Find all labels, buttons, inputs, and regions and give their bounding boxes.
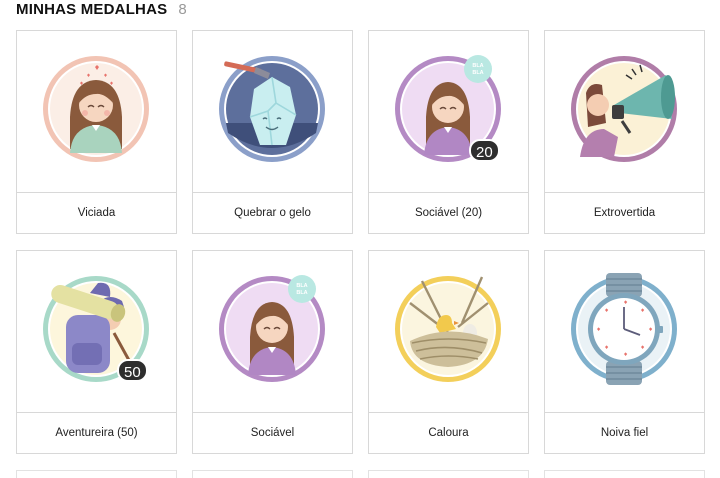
medal-card-partial[interactable] [192, 470, 353, 478]
count-badge: 50 [117, 359, 148, 382]
wristwatch-icon [571, 273, 677, 385]
count-badge: 20 [469, 139, 500, 162]
svg-text:BLA: BLA [296, 283, 307, 289]
megaphone-icon [571, 56, 677, 162]
medal-card-caloura[interactable]: Caloura [368, 250, 529, 454]
medal-card-noiva-fiel[interactable]: Noiva fiel [544, 250, 705, 454]
medal-card-sociavel[interactable]: BLA BLA Sociável [192, 250, 353, 454]
medal-art [17, 31, 176, 193]
girl-chat-icon: BLA BLA [219, 275, 325, 382]
medal-label: Aventureira (50) [17, 412, 176, 453]
medal-count: 8 [178, 1, 187, 18]
medal-label: Sociável [193, 412, 352, 453]
medal-art [17, 251, 176, 413]
medal-card-partial[interactable] [368, 470, 529, 478]
medal-card-sociavel-20[interactable]: BLA BLA 20 Sociável (20) [368, 30, 529, 234]
medal-art [545, 251, 704, 413]
medal-card-partial[interactable] [544, 470, 705, 478]
girl-hearts-icon [43, 56, 149, 162]
medal-label: Viciada [17, 192, 176, 233]
medal-art [193, 31, 352, 193]
medal-card-aventureira-50[interactable]: 50 Aventureira (50) [16, 250, 177, 454]
medal-label: Caloura [369, 412, 528, 453]
medal-art: BLA BLA [369, 31, 528, 193]
ice-block-icon [219, 56, 325, 162]
svg-text:BLA: BLA [472, 70, 483, 76]
medal-card-quebrar-o-gelo[interactable]: Quebrar o gelo [192, 30, 353, 234]
svg-text:BLA: BLA [472, 63, 483, 69]
medal-card-extrovertida[interactable]: Extrovertida [544, 30, 705, 234]
medal-art [369, 251, 528, 413]
medal-label: Quebrar o gelo [193, 192, 352, 233]
bird-nest-icon [395, 276, 501, 382]
medal-label: Sociável (20) [369, 192, 528, 233]
section-title: MINHAS MEDALHAS [16, 1, 168, 18]
medal-art [545, 31, 704, 193]
medal-art: BLA BLA [193, 251, 352, 413]
medal-label: Noiva fiel [545, 412, 704, 453]
medal-label: Extrovertida [545, 192, 704, 233]
svg-text:BLA: BLA [296, 290, 307, 296]
medal-card-partial[interactable] [16, 470, 177, 478]
medal-card-viciada[interactable]: Viciada [16, 30, 177, 234]
medals-header: MINHAS MEDALHAS 8 [16, 1, 187, 23]
